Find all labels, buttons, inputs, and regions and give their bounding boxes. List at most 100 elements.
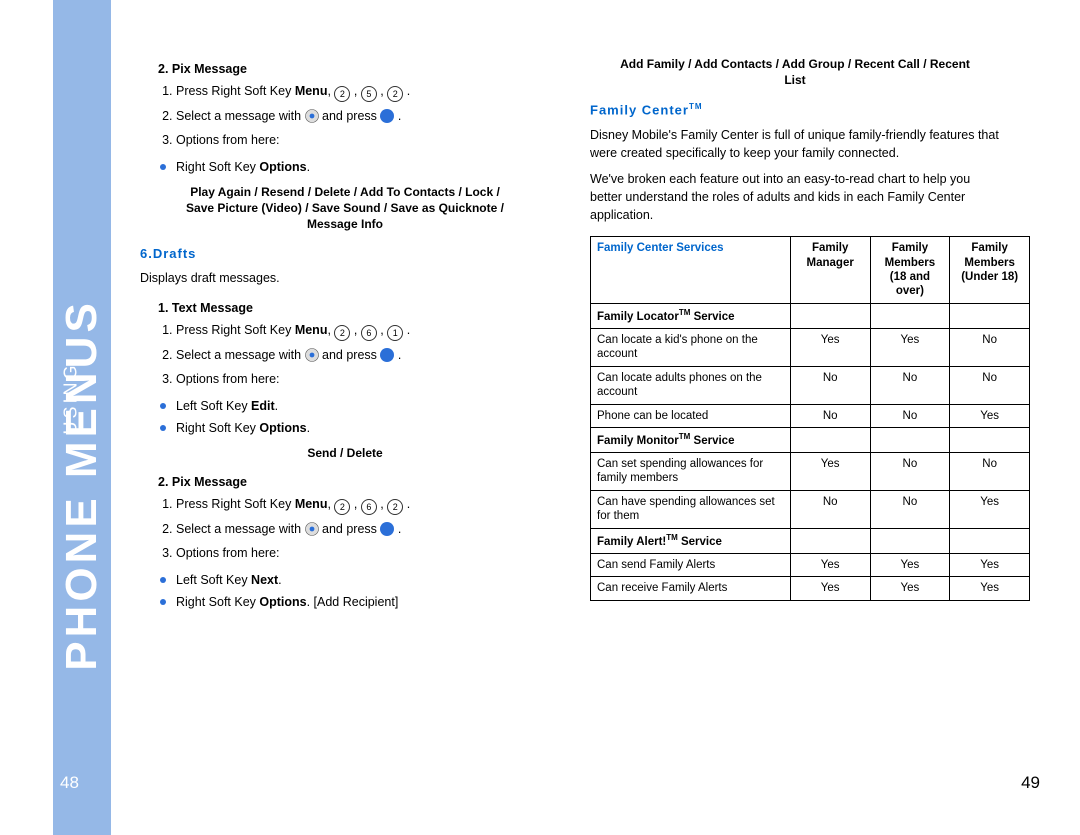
pix-steps: Press Right Soft Key Menu, 2 , 5 , 2 . S… xyxy=(160,82,550,150)
table-row: Can send Family AlertsYesYesYes xyxy=(591,553,1030,576)
value-cell: Yes xyxy=(950,577,1030,600)
key-2-icon: 2 xyxy=(387,86,403,102)
service-cell: Can locate a kid's phone on the account xyxy=(591,329,791,367)
service-cell: Phone can be located xyxy=(591,404,791,427)
value-cell: Yes xyxy=(870,329,950,367)
ok-icon xyxy=(380,348,394,362)
value-cell: No xyxy=(870,404,950,427)
value-cell: No xyxy=(870,366,950,404)
value-cell: No xyxy=(790,490,870,528)
key-6-icon: 6 xyxy=(361,325,377,341)
left-column: 2. Pix Message Press Right Soft Key Menu… xyxy=(140,48,550,615)
drafts-heading: 6.Drafts xyxy=(140,246,550,261)
page-number-left: 48 xyxy=(60,773,79,793)
value-cell: No xyxy=(870,490,950,528)
service-cell: Can locate adults phones on the account xyxy=(591,366,791,404)
text-steps: Press Right Soft Key Menu, 2 , 6 , 1 . S… xyxy=(160,321,550,389)
key-1-icon: 1 xyxy=(387,325,403,341)
value-cell: No xyxy=(790,366,870,404)
step-1: Press Right Soft Key Menu, 2 , 6 , 2 . xyxy=(176,495,550,515)
table-row: Family MonitorTM Service xyxy=(591,427,1030,452)
service-cell: Can send Family Alerts xyxy=(591,553,791,576)
pix-message-heading-2: 2. Pix Message xyxy=(158,475,550,489)
key-2-icon: 2 xyxy=(334,499,350,515)
value-cell: No xyxy=(950,453,1030,491)
bullet-next: Left Soft Key Next. xyxy=(160,571,550,589)
col-services: Family Center Services xyxy=(591,237,791,304)
value-cell: Yes xyxy=(870,553,950,576)
key-2-icon: 2 xyxy=(334,86,350,102)
value-cell: Yes xyxy=(790,453,870,491)
value-cell: No xyxy=(950,329,1030,367)
family-center-para-1: Disney Mobile's Family Center is full of… xyxy=(590,126,1000,162)
value-cell: Yes xyxy=(950,490,1030,528)
family-center-para-2: We've broken each feature out into an ea… xyxy=(590,170,1000,224)
table-row: Can have spending allowances set for the… xyxy=(591,490,1030,528)
value-cell: Yes xyxy=(790,553,870,576)
bullet-edit: Left Soft Key Edit. xyxy=(160,397,550,415)
tab-main-text: PHONE MENUS xyxy=(57,299,107,671)
value-cell xyxy=(790,427,870,452)
add-family-line: Add Family / Add Contacts / Add Group / … xyxy=(620,56,970,88)
family-center-heading: Family CenterTM xyxy=(590,102,1000,117)
service-cell: Family Alert!TM Service xyxy=(591,528,791,553)
table-row: Can locate adults phones on the accountN… xyxy=(591,366,1030,404)
bullet-options-recipient: Right Soft Key Options. [Add Recipient] xyxy=(160,593,550,611)
value-cell xyxy=(790,303,870,328)
right-column: Add Family / Add Contacts / Add Group / … xyxy=(590,48,1000,601)
value-cell: Yes xyxy=(950,553,1030,576)
step-1: Press Right Soft Key Menu, 2 , 6 , 1 . xyxy=(176,321,550,341)
options-list: Play Again / Resend / Delete / Add To Co… xyxy=(180,184,510,233)
value-cell: No xyxy=(950,366,1030,404)
value-cell: Yes xyxy=(870,577,950,600)
send-delete: Send / Delete xyxy=(180,445,510,461)
service-cell: Can have spending allowances set for the… xyxy=(591,490,791,528)
table-row: Can set spending allowances for family m… xyxy=(591,453,1030,491)
col-members-under18: FamilyMembers(Under 18) xyxy=(950,237,1030,304)
ok-icon xyxy=(380,522,394,536)
pix2-steps: Press Right Soft Key Menu, 2 , 6 , 2 . S… xyxy=(160,495,550,563)
table-row: Can locate a kid's phone on the accountY… xyxy=(591,329,1030,367)
value-cell xyxy=(870,303,950,328)
pix-message-heading: 2. Pix Message xyxy=(158,62,550,76)
value-cell xyxy=(950,303,1030,328)
table-row: Phone can be locatedNoNoYes xyxy=(591,404,1030,427)
value-cell: No xyxy=(870,453,950,491)
key-2-icon: 2 xyxy=(334,325,350,341)
service-cell: Family LocatorTM Service xyxy=(591,303,791,328)
value-cell: No xyxy=(790,404,870,427)
col-manager: FamilyManager xyxy=(790,237,870,304)
step-3: Options from here: xyxy=(176,370,550,389)
step-3: Options from here: xyxy=(176,131,550,150)
col-members-18over: FamilyMembers(18 and over) xyxy=(870,237,950,304)
value-cell xyxy=(790,528,870,553)
value-cell xyxy=(950,528,1030,553)
text-message-heading: 1. Text Message xyxy=(158,301,550,315)
ok-icon xyxy=(380,109,394,123)
value-cell xyxy=(870,528,950,553)
value-cell xyxy=(950,427,1030,452)
service-cell: Can receive Family Alerts xyxy=(591,577,791,600)
step-2: Select a message with and press . xyxy=(176,107,550,126)
key-2-icon: 2 xyxy=(387,499,403,515)
section-tab: USING PHONE MENUS xyxy=(53,0,111,835)
value-cell: Yes xyxy=(790,577,870,600)
key-6-icon: 6 xyxy=(361,499,377,515)
page-number-right: 49 xyxy=(1021,773,1040,793)
nav-icon xyxy=(305,522,319,536)
drafts-intro: Displays draft messages. xyxy=(140,269,550,287)
service-cell: Family MonitorTM Service xyxy=(591,427,791,452)
service-cell: Can set spending allowances for family m… xyxy=(591,453,791,491)
table-row: Can receive Family AlertsYesYesYes xyxy=(591,577,1030,600)
table-row: Family LocatorTM Service xyxy=(591,303,1030,328)
key-5-icon: 5 xyxy=(361,86,377,102)
step-2: Select a message with and press . xyxy=(176,346,550,365)
value-cell: Yes xyxy=(950,404,1030,427)
step-2: Select a message with and press . xyxy=(176,520,550,539)
value-cell: Yes xyxy=(790,329,870,367)
bullet-options: Right Soft Key Options. xyxy=(160,419,550,437)
nav-icon xyxy=(305,109,319,123)
bullet-options: Right Soft Key Options. xyxy=(160,158,550,176)
step-1: Press Right Soft Key Menu, 2 , 5 , 2 . xyxy=(176,82,550,102)
value-cell xyxy=(870,427,950,452)
